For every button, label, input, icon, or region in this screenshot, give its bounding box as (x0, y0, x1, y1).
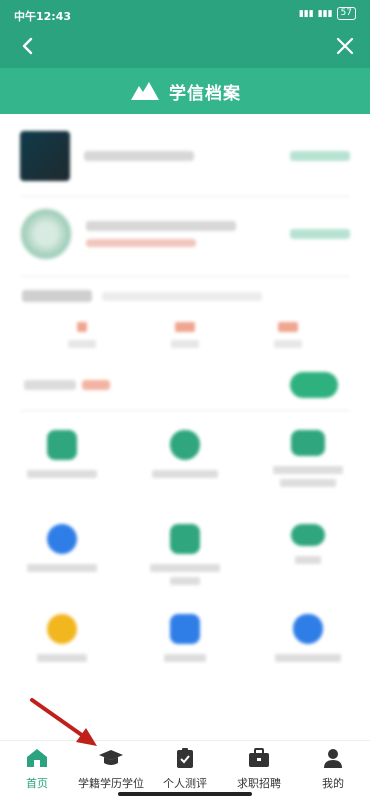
evaluate-button[interactable] (290, 372, 338, 398)
grid-item[interactable] (12, 430, 112, 478)
security-shield-icon (293, 614, 323, 644)
list-item[interactable] (20, 126, 350, 186)
grid-item[interactable] (258, 430, 358, 487)
close-icon[interactable] (336, 37, 354, 55)
brand-banner: 学信档案 (0, 68, 370, 114)
row-link[interactable] (290, 151, 350, 161)
grid-item[interactable] (258, 524, 358, 564)
section-note (102, 292, 262, 301)
tab-jobs[interactable]: 求职招聘 (222, 747, 296, 791)
clipboard-check-icon (177, 748, 193, 768)
signal-icon: ▮▮▮ (317, 8, 333, 19)
school-seal-image (20, 208, 72, 260)
tab-label: 首页 (26, 777, 48, 790)
grid-item[interactable] (135, 430, 235, 478)
status-time: 中午12:43 (14, 10, 72, 23)
home-icon (27, 749, 47, 767)
chsi-logo-icon (131, 82, 159, 100)
shield-icon (170, 430, 200, 460)
list-item[interactable] (20, 204, 350, 264)
message-icon (291, 524, 325, 546)
back-icon[interactable] (18, 36, 38, 56)
video-thumbnail (20, 131, 70, 181)
grid-item[interactable] (12, 524, 112, 572)
tab-education[interactable]: 学籍学历学位 (74, 747, 148, 791)
section-title (22, 290, 92, 302)
tab-label: 我的 (322, 777, 344, 790)
graduation-cap-icon (99, 750, 123, 765)
top-app-bar: 中午12:43 ▮▮▮ ▮▮▮ 57 (0, 0, 370, 68)
checklist-icon (170, 614, 200, 644)
grid-item[interactable] (135, 614, 235, 662)
tab-label: 求职招聘 (237, 777, 281, 790)
blurred-content (0, 114, 370, 740)
status-icons: ▮▮▮ ▮▮▮ 57 (299, 7, 356, 20)
brand-title: 学信档案 (169, 83, 241, 104)
user-icon (324, 749, 342, 768)
battery-indicator: 57 (336, 7, 356, 20)
medal-icon (47, 614, 77, 644)
tab-label: 个人测评 (163, 777, 207, 790)
briefcase-icon (249, 748, 269, 767)
grid-item[interactable] (135, 524, 235, 585)
grid-item[interactable] (12, 614, 112, 662)
tab-home[interactable]: 首页 (0, 747, 74, 791)
row-link[interactable] (290, 229, 350, 239)
tab-assessment[interactable]: 个人测评 (148, 747, 222, 791)
grid-item[interactable] (258, 614, 358, 662)
globe-icon (47, 524, 77, 554)
home-indicator (118, 792, 252, 796)
stat-item (145, 322, 225, 348)
id-card-icon (291, 430, 325, 456)
stat-item (248, 322, 328, 348)
tab-profile[interactable]: 我的 (296, 747, 370, 791)
tab-label: 学籍学历学位 (78, 777, 144, 790)
certificate-user-icon (170, 524, 200, 554)
person-icon (47, 430, 77, 460)
signal-icon: ▮▮▮ (298, 8, 314, 19)
stat-item (42, 322, 122, 348)
